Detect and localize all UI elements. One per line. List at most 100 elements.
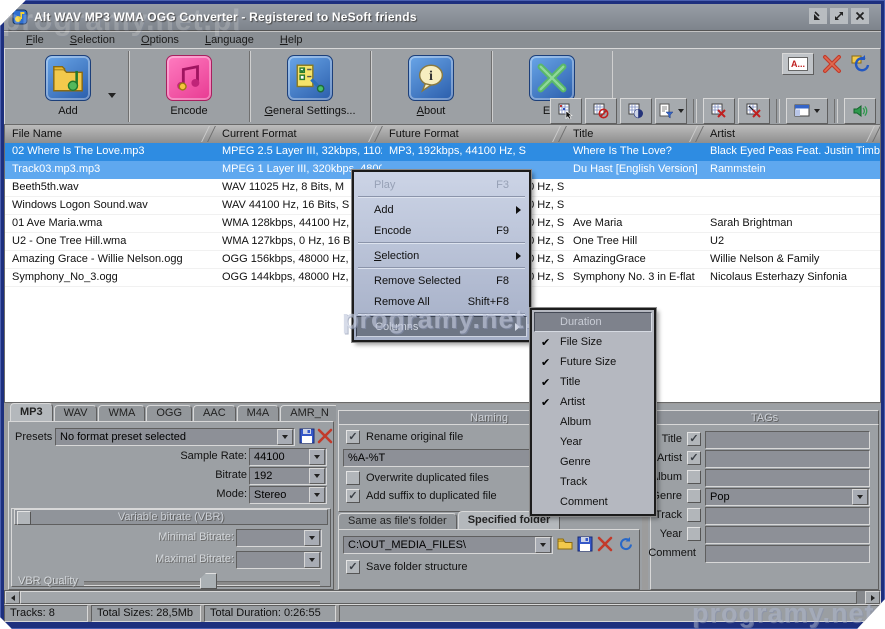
dropdown-button[interactable]	[309, 449, 325, 465]
context-menu-selection[interactable]: Selection	[356, 245, 527, 266]
scroll-right-button[interactable]	[865, 591, 880, 604]
save-structure-checkbox[interactable]	[346, 560, 360, 574]
tab-aac[interactable]: AAC	[193, 405, 236, 421]
title-bar[interactable]: Alt WAV MP3 WMA OGG Converter - Register…	[4, 4, 881, 31]
save-path-icon[interactable]	[577, 536, 593, 552]
tab-same-folder[interactable]: Same as file's folder	[338, 513, 457, 529]
scroll-left-button[interactable]	[5, 591, 20, 604]
column-header-artist[interactable]: Artist	[703, 125, 880, 143]
refresh-path-icon[interactable]	[617, 536, 633, 552]
add-dropdown-icon[interactable]	[108, 93, 116, 98]
menu-file[interactable]: File	[26, 34, 44, 46]
submenu-item-genre[interactable]: Genre	[534, 452, 652, 472]
column-header-title[interactable]: Title	[566, 125, 703, 143]
menu-help[interactable]: Help	[280, 34, 303, 46]
tab-wav[interactable]: WAV	[54, 405, 98, 421]
tag-genre-combobox[interactable]: Pop	[705, 488, 870, 506]
submenu-item-album[interactable]: Album	[534, 412, 652, 432]
dropdown-button[interactable]	[304, 530, 320, 546]
table-row[interactable]: 02 Where Is The Love.mp3MPEG 2.5 Layer I…	[5, 143, 880, 161]
horizontal-scrollbar[interactable]	[4, 590, 881, 605]
submenu-item-duration[interactable]: Duration	[534, 312, 652, 332]
submenu-item-title[interactable]: Title	[534, 372, 652, 392]
dropdown-button[interactable]	[304, 552, 320, 568]
tag-title-field[interactable]	[705, 431, 870, 449]
submenu-item-file-size[interactable]: File Size	[534, 332, 652, 352]
remove-selected-button[interactable]	[703, 98, 735, 124]
rename-original-checkbox[interactable]	[346, 430, 360, 444]
tag-artist-field[interactable]	[705, 450, 870, 468]
delete-path-icon[interactable]	[597, 536, 613, 552]
preset-combobox[interactable]: No format preset selected	[55, 428, 295, 446]
volume-button[interactable]	[844, 98, 876, 124]
submenu-item-track[interactable]: Track	[534, 472, 652, 492]
delete-icon[interactable]	[822, 54, 842, 74]
filter-button[interactable]	[655, 98, 687, 124]
dropdown-button[interactable]	[535, 537, 551, 553]
view-layout-button[interactable]	[786, 98, 828, 124]
tag-year-checkbox[interactable]	[687, 527, 701, 541]
filter-dropdown-icon[interactable]	[678, 109, 684, 113]
max-bitrate-combobox[interactable]	[236, 551, 322, 569]
context-menu-remove-selected[interactable]: Remove SelectedF8	[356, 270, 527, 291]
context-menu-columns[interactable]: Columns	[356, 316, 527, 337]
tag-track-field[interactable]	[705, 507, 870, 525]
context-menu-add[interactable]: Add	[356, 199, 527, 220]
dropdown-button[interactable]	[277, 429, 293, 445]
tab-amr[interactable]: AMR_N	[280, 405, 339, 421]
submenu-item-comment[interactable]: Comment	[534, 492, 652, 512]
context-menu-encode[interactable]: EncodeF9	[356, 220, 527, 241]
tag-album-field[interactable]	[705, 469, 870, 487]
tag-comment-field[interactable]	[705, 545, 870, 563]
context-menu-remove-all[interactable]: Remove AllShift+F8	[356, 291, 527, 312]
column-header-future-format[interactable]: Future Format	[382, 125, 566, 143]
menu-language[interactable]: Language	[205, 34, 254, 46]
min-bitrate-combobox[interactable]	[236, 529, 322, 547]
scrollbar-thumb[interactable]	[20, 591, 857, 604]
save-preset-icon[interactable]	[299, 428, 315, 444]
view-dropdown-icon[interactable]	[814, 109, 820, 113]
tag-genre-checkbox[interactable]	[687, 489, 701, 503]
rename-format-button[interactable]: A...	[782, 53, 814, 75]
remove-all-button[interactable]	[738, 98, 770, 124]
about-button[interactable]: i About	[371, 51, 492, 122]
invert-selection-button[interactable]	[620, 98, 652, 124]
tag-title-checkbox[interactable]	[687, 432, 701, 446]
menu-options[interactable]: Options	[141, 34, 179, 46]
browse-folder-icon[interactable]	[557, 536, 573, 552]
refresh-icon[interactable]	[850, 54, 870, 74]
select-all-button[interactable]	[550, 98, 582, 124]
close-button[interactable]	[851, 8, 869, 24]
overwrite-checkbox[interactable]	[346, 471, 360, 485]
sample-rate-combobox[interactable]: 44100	[249, 448, 327, 466]
mode-combobox[interactable]: Stereo	[249, 486, 327, 504]
dropdown-button[interactable]	[852, 489, 868, 505]
tag-year-field[interactable]	[705, 526, 870, 544]
dropdown-button[interactable]	[309, 468, 325, 484]
tab-wma[interactable]: WMA	[98, 405, 145, 421]
maximize-button[interactable]	[830, 8, 848, 24]
column-header-current-format[interactable]: Current Format	[215, 125, 382, 143]
add-button[interactable]: Add	[8, 51, 129, 122]
submenu-item-future-size[interactable]: Future Size	[534, 352, 652, 372]
tag-track-checkbox[interactable]	[687, 508, 701, 522]
menu-selection[interactable]: Selection	[70, 34, 115, 46]
encode-button[interactable]: Encode	[129, 51, 250, 122]
bitrate-combobox[interactable]: 192	[249, 467, 327, 485]
output-path-combobox[interactable]: C:\OUT_MEDIA_FILES\	[343, 536, 553, 554]
vbr-quality-slider-handle[interactable]	[200, 573, 217, 589]
column-header-file-name[interactable]: File Name	[5, 125, 215, 143]
submenu-item-artist[interactable]: Artist	[534, 392, 652, 412]
minimize-button[interactable]	[809, 8, 827, 24]
vbr-checkbox[interactable]	[17, 511, 31, 525]
delete-preset-icon[interactable]	[317, 428, 333, 444]
submenu-item-year[interactable]: Year	[534, 432, 652, 452]
tab-m4a[interactable]: M4A	[237, 405, 280, 421]
tag-artist-checkbox[interactable]	[687, 451, 701, 465]
unselect-all-button[interactable]	[585, 98, 617, 124]
dropdown-button[interactable]	[309, 487, 325, 503]
general-settings-button[interactable]: General Settings...	[250, 51, 371, 122]
tab-ogg[interactable]: OGG	[146, 405, 192, 421]
tag-album-checkbox[interactable]	[687, 470, 701, 484]
add-suffix-checkbox[interactable]	[346, 489, 360, 503]
